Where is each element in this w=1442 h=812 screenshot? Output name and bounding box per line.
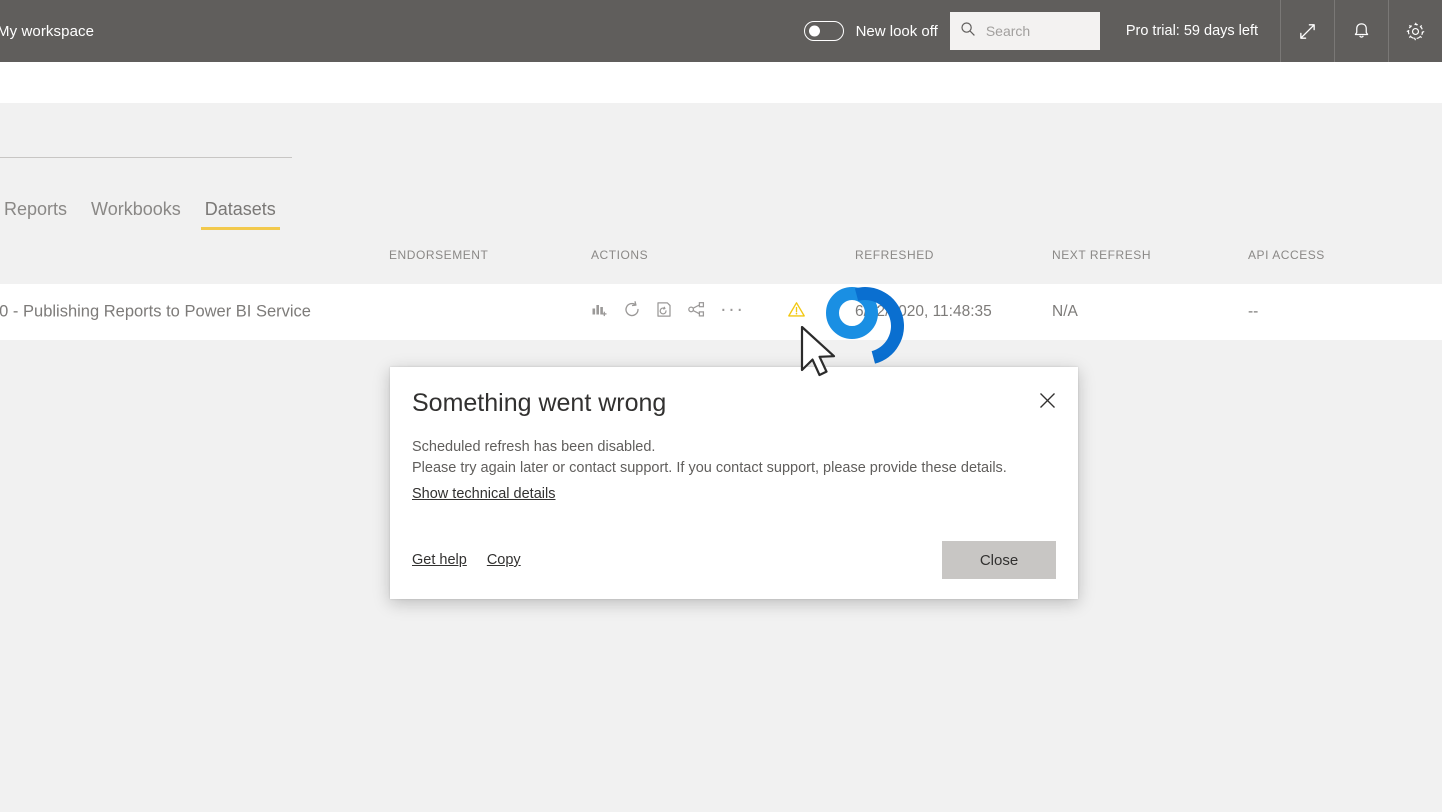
close-icon[interactable] (1030, 383, 1064, 417)
table-row[interactable]: 10 - Publishing Reports to Power BI Serv… (0, 284, 1442, 340)
table-column-headers: ENDORSEMENT ACTIONS REFRESHED NEXT REFRE… (0, 248, 1442, 272)
toggle-knob (808, 25, 820, 37)
get-help-link[interactable]: Get help (412, 552, 467, 568)
workspace-title: My workspace (0, 22, 95, 40)
tab-datasets[interactable]: Datasets (193, 199, 288, 230)
title-divider (0, 157, 292, 158)
power-bi-workspace-page: My workspace New look off Pro trial: 59 … (0, 0, 1442, 812)
copy-link[interactable]: Copy (487, 552, 521, 568)
expand-diagonal-icon[interactable] (1281, 0, 1334, 62)
cell-next-refresh: N/A (1052, 303, 1078, 320)
loading-spinner (826, 287, 878, 339)
schedule-refresh-icon[interactable] (655, 301, 673, 324)
show-technical-details-link[interactable]: Show technical details (412, 486, 555, 502)
row-actions-group: ··· (591, 299, 744, 324)
refresh-now-icon[interactable] (623, 301, 641, 324)
dialog-message-line-2: Please try again later or contact suppor… (412, 460, 1007, 476)
tab-workbooks-label: Workbooks (91, 199, 181, 219)
new-look-toggle-group[interactable]: New look off (803, 21, 938, 41)
top-navigation-bar: My workspace New look off Pro trial: 59 … (0, 0, 1442, 62)
tab-reports[interactable]: Reports (0, 199, 79, 230)
search-box[interactable] (949, 12, 1100, 50)
search-icon (960, 21, 976, 42)
pro-trial-status: Pro trial: 59 days left (1125, 23, 1258, 39)
column-header-endorsement: ENDORSEMENT (389, 248, 489, 262)
close-button[interactable]: Close (942, 541, 1056, 579)
bell-icon[interactable] (1335, 0, 1388, 62)
error-dialog: Something went wrong Scheduled refresh h… (390, 367, 1078, 599)
dialog-body: Scheduled refresh has been disabled. Ple… (412, 437, 1060, 503)
cell-api-access: -- (1248, 303, 1259, 320)
create-report-icon[interactable] (591, 301, 609, 324)
tab-workbooks[interactable]: Workbooks (79, 199, 193, 230)
sub-header-band (0, 62, 1442, 103)
column-header-actions: ACTIONS (591, 248, 649, 262)
column-header-next-refresh: NEXT REFRESH (1052, 248, 1152, 262)
topbar-right-group: New look off Pro trial: 59 days left (803, 0, 1442, 62)
more-options-icon[interactable]: ··· (720, 299, 744, 320)
gear-icon[interactable] (1389, 0, 1442, 62)
tab-reports-label: Reports (4, 199, 68, 219)
tab-datasets-label: Datasets (204, 199, 276, 219)
column-header-refreshed: REFRESHED (855, 248, 934, 262)
content-tabs: Reports Workbooks Datasets (0, 190, 288, 230)
dialog-message-line-1: Scheduled refresh has been disabled. (412, 439, 656, 455)
dialog-footer: Get help Copy Close (412, 541, 1056, 579)
column-header-api-access: API ACCESS (1248, 248, 1325, 262)
search-input[interactable] (983, 22, 1092, 40)
share-icon[interactable] (687, 301, 706, 324)
new-look-toggle-label: New look off (855, 22, 938, 40)
dialog-title: Something went wrong (412, 389, 667, 417)
new-look-toggle[interactable] (803, 21, 844, 41)
dataset-name[interactable]: 10 - Publishing Reports to Power BI Serv… (0, 303, 311, 322)
warning-triangle-icon[interactable] (787, 301, 806, 324)
